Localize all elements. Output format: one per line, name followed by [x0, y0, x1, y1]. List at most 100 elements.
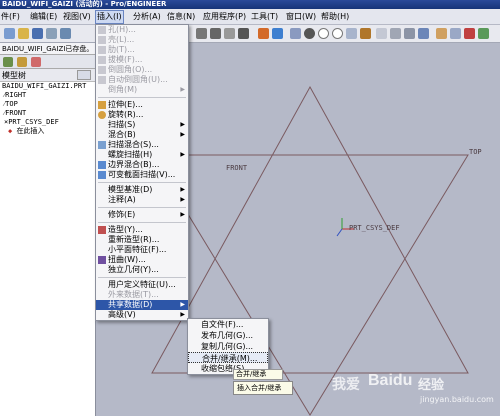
menu-insert[interactable]: 插入(I): [95, 10, 124, 24]
menu-item-cosmetic[interactable]: 修饰(E) ▶: [96, 210, 188, 220]
submenu-arrow-icon: ▶: [180, 186, 185, 193]
front-plane-label: FRONT: [226, 164, 248, 172]
open-icon[interactable]: [18, 28, 29, 39]
menu-item-draft[interactable]: 拔模(F)...: [96, 55, 188, 65]
hidden-line-icon[interactable]: [390, 28, 401, 39]
menu-analysis[interactable]: 分析(A): [132, 11, 162, 23]
menu-item-advanced[interactable]: 高级(V) ▶: [96, 310, 188, 320]
csys-axis-z: [336, 228, 343, 237]
menu-item-warp[interactable]: 扭曲(W)...: [96, 255, 188, 265]
menu-item-style[interactable]: 造型(Y)...: [96, 225, 188, 235]
menu-separator: [98, 277, 186, 278]
menu-item-helical-sweep[interactable]: 螺旋扫描(H) ▶: [96, 150, 188, 160]
tree-item-top[interactable]: ⁄TOP: [0, 100, 95, 109]
watermark-url: jingyan.baidu.com: [420, 395, 494, 404]
select-icon[interactable]: [272, 28, 283, 39]
find-icon[interactable]: [238, 28, 249, 39]
submenu-arrow-icon: ▶: [180, 311, 185, 318]
print-icon[interactable]: [46, 28, 57, 39]
tree-settings-icon[interactable]: [77, 70, 91, 80]
favorites-tab-icon[interactable]: [31, 57, 41, 67]
menu-help[interactable]: 帮助(H): [320, 11, 350, 23]
menu-item-import-data[interactable]: 外来数据(T)...: [96, 290, 188, 300]
zoom-in-icon[interactable]: [318, 28, 329, 39]
menu-view[interactable]: 视图(V): [62, 11, 92, 23]
submenu-arrow-icon: ▶: [180, 151, 185, 158]
submenu-arrow-icon: ▶: [180, 131, 185, 138]
menu-item-from-file[interactable]: 自文件(F)...: [188, 319, 268, 330]
datum-axes-icon[interactable]: [450, 28, 461, 39]
menu-item-blend[interactable]: 混合(B) ▶: [96, 130, 188, 140]
menu-item-revolve[interactable]: 旋转(R)...: [96, 110, 188, 120]
datum-planes-icon[interactable]: [436, 28, 447, 39]
new-icon[interactable]: [4, 28, 15, 39]
menu-item-restyle[interactable]: 重新造型(R)...: [96, 235, 188, 245]
menu-item-swept-blend[interactable]: 扫描混合(S)...: [96, 140, 188, 150]
menu-item-extrude[interactable]: 拉伸(E)...: [96, 100, 188, 110]
insert-menu: 孔(H)... 壳(L)... 肋(T)... 拔模(F)... 倒圆角(O).…: [95, 24, 189, 321]
menu-item-annotation[interactable]: 注释(A) ▶: [96, 195, 188, 205]
menu-item-udf[interactable]: 用户定义特征(U)...: [96, 280, 188, 290]
variable-section-sweep-icon: [98, 171, 106, 179]
menu-edit[interactable]: 编辑(E): [29, 11, 58, 23]
top-plane-label: TOP: [469, 148, 482, 156]
menu-item-copy-geometry[interactable]: 复制几何(G)...: [188, 341, 268, 352]
submenu-arrow-icon: ▶: [180, 301, 185, 308]
menu-item-round[interactable]: 倒圆角(O)...: [96, 65, 188, 75]
tree-item-part[interactable]: BAIDU_WIFI_GAIZI.PRT: [0, 82, 95, 91]
tree-item-insert-here[interactable]: ◆ 在此插入: [0, 127, 95, 136]
menu-tools[interactable]: 工具(T): [250, 11, 279, 23]
repaint-icon[interactable]: [290, 28, 301, 39]
menu-item-shared-data[interactable]: 共享数据(D) ▶: [96, 300, 188, 310]
swept-blend-icon: [98, 141, 106, 149]
menu-item-independent-geometry[interactable]: 独立几何(Y)...: [96, 265, 188, 275]
style-icon: [98, 226, 106, 234]
cut-icon[interactable]: [196, 28, 207, 39]
csys-icon[interactable]: [478, 28, 489, 39]
shading-icon[interactable]: [418, 28, 429, 39]
menu-item-merge-inheritance[interactable]: 合并/继承(M)...: [188, 352, 268, 363]
menu-info[interactable]: 信息(N): [166, 11, 196, 23]
paste-icon[interactable]: [224, 28, 235, 39]
no-hidden-icon[interactable]: [404, 28, 415, 39]
menu-item-chamfer[interactable]: 倒角(M) ▶: [96, 85, 188, 95]
datum-points-icon[interactable]: [464, 28, 475, 39]
orient-icon[interactable]: [304, 28, 315, 39]
copy-icon[interactable]: [210, 28, 221, 39]
watermark-brand: Baidu: [368, 372, 413, 389]
menu-item-publish-geometry[interactable]: 发布几何(G)...: [188, 330, 268, 341]
watermark-suffix: 经验: [418, 378, 445, 393]
save-icon[interactable]: [32, 28, 43, 39]
message-text: BAIDU_WIFI_GAIZI已存盘。: [2, 45, 94, 53]
model-tree-tab-icon[interactable]: [3, 57, 13, 67]
zoom-out-icon[interactable]: [332, 28, 343, 39]
tree-item-front[interactable]: ⁄FRONT: [0, 109, 95, 118]
menu-item-hole[interactable]: 孔(H)...: [96, 25, 188, 35]
menu-item-shell[interactable]: 壳(L)...: [96, 35, 188, 45]
menu-separator: [98, 207, 186, 208]
menu-file[interactable]: 件(F): [0, 11, 21, 23]
wireframe-icon[interactable]: [376, 28, 387, 39]
shared-data-submenu: 自文件(F)... 发布几何(G)... 复制几何(G)... 合并/继承(M)…: [187, 318, 269, 375]
rib-icon: [98, 46, 106, 54]
tree-item-csys[interactable]: ⨯PRT_CSYS_DEF: [0, 118, 95, 127]
menu-item-model-datum[interactable]: 模型基准(D) ▶: [96, 185, 188, 195]
menu-separator: [98, 97, 186, 98]
email-icon[interactable]: [60, 28, 71, 39]
menu-window[interactable]: 窗口(W): [285, 11, 317, 23]
regenerate-icon[interactable]: [258, 28, 269, 39]
menu-item-rib[interactable]: 肋(T)...: [96, 45, 188, 55]
fit-icon[interactable]: [346, 28, 357, 39]
menu-item-variable-section-sweep[interactable]: 可变截面扫描(V)...: [96, 170, 188, 180]
menu-item-facet-feature[interactable]: 小平面特征(F)...: [96, 245, 188, 255]
tree-item-right[interactable]: ⁄RIGHT: [0, 91, 95, 100]
csys-label: PRT_CSYS_DEF: [349, 224, 400, 232]
revolve-icon: [98, 111, 106, 119]
window-title: BAIDU_WIFI_GAIZI (活动的) - Pro/ENGINEER: [2, 0, 167, 8]
menu-item-boundary-blend[interactable]: 边界混合(B)...: [96, 160, 188, 170]
menu-item-sweep[interactable]: 扫描(S) ▶: [96, 120, 188, 130]
menu-applications[interactable]: 应用程序(P): [202, 11, 247, 23]
folder-browser-tab-icon[interactable]: [17, 57, 27, 67]
menu-item-auto-round[interactable]: 自动倒圆角(U)...: [96, 75, 188, 85]
view-manager-icon[interactable]: [360, 28, 371, 39]
